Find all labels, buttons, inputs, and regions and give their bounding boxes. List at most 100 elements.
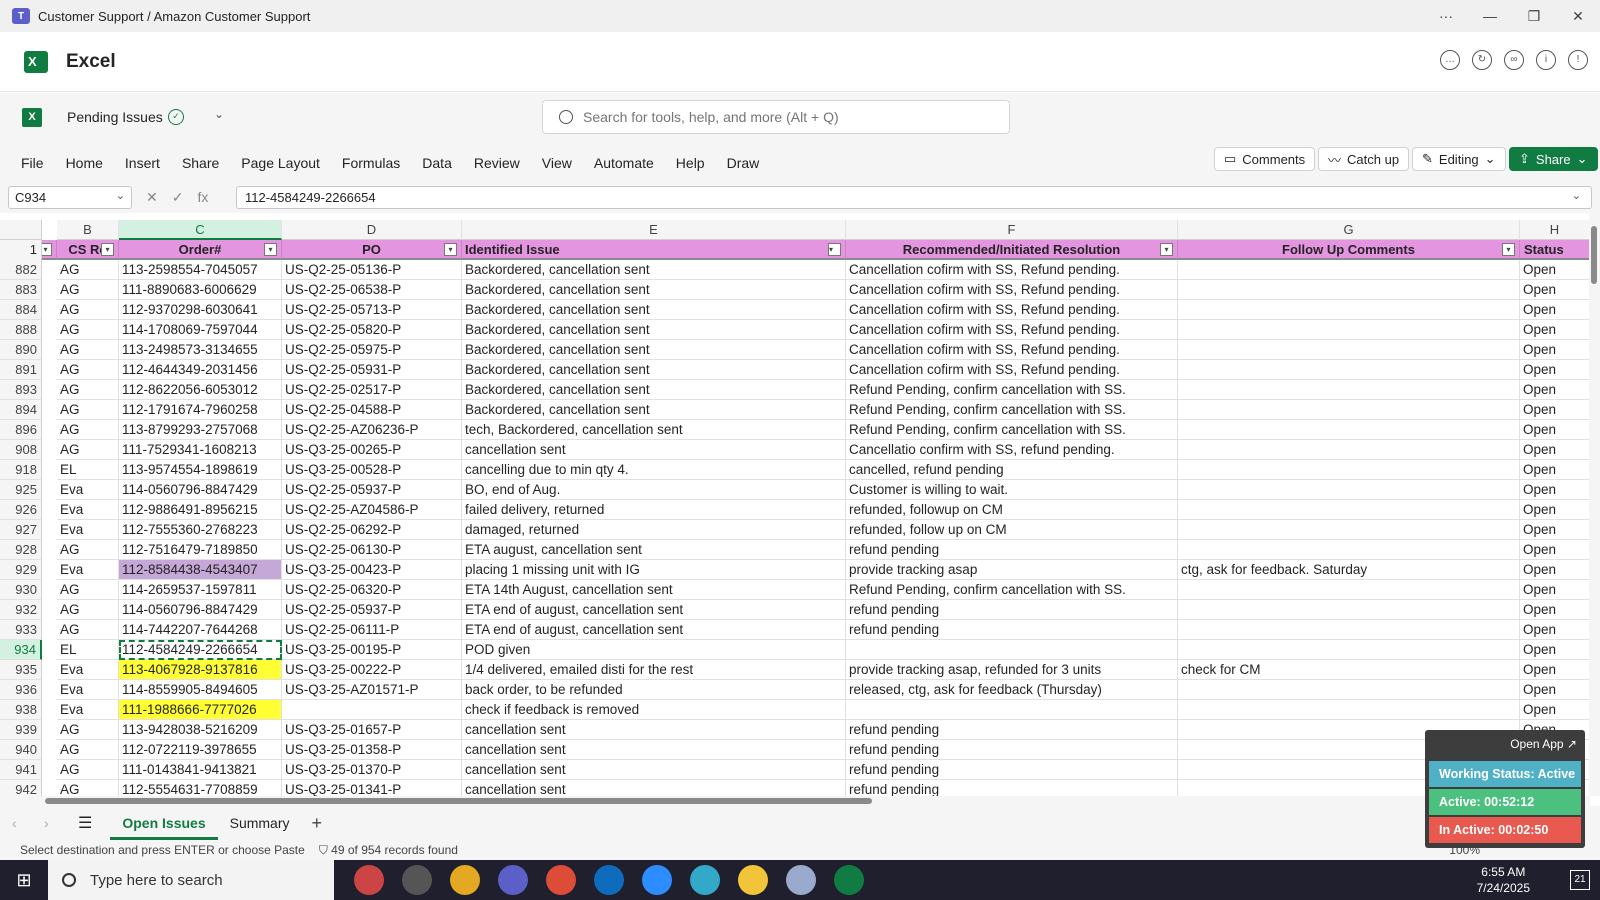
cell-c[interactable]: 114-8559905-8494605	[119, 680, 282, 700]
cancel-icon[interactable]: ✕	[146, 189, 158, 206]
filter-icon[interactable]: ▾	[101, 243, 114, 256]
cell-f[interactable]: provide tracking asap	[846, 560, 1178, 580]
minimize-icon[interactable]: —	[1468, 8, 1512, 24]
cell-e[interactable]: back order, to be refunded	[462, 680, 846, 700]
task-view-icon[interactable]	[402, 865, 432, 895]
cell-f[interactable]: refunded, follow up on CM	[846, 520, 1178, 540]
cell-g[interactable]	[1178, 500, 1520, 520]
add-sheet-icon[interactable]: +	[312, 813, 323, 834]
cell-b[interactable]: EL	[57, 640, 119, 660]
cell-f[interactable]	[846, 700, 1178, 720]
zoom-icon[interactable]	[642, 865, 672, 895]
cell-f[interactable]: Cancellatio confirm with SS, refund pend…	[846, 440, 1178, 460]
app-icon[interactable]	[690, 865, 720, 895]
row-number[interactable]: 941	[0, 760, 42, 780]
cell-h[interactable]: Open	[1520, 360, 1590, 380]
filter-icon[interactable]: ▾	[444, 243, 457, 256]
cell-e[interactable]: Backordered, cancellation sent	[462, 280, 846, 300]
row-number[interactable]: 926	[0, 500, 42, 520]
file-explorer-icon[interactable]	[738, 865, 768, 895]
filter-icon[interactable]: ▾	[264, 243, 277, 256]
row-number[interactable]: 884	[0, 300, 42, 320]
cell-c[interactable]: 113-9428038-5216209	[119, 720, 282, 740]
cell-h[interactable]: Open	[1520, 640, 1590, 660]
row-number[interactable]: 935	[0, 660, 42, 680]
sheet-tab-open-issues[interactable]: Open Issues	[110, 806, 218, 840]
more-options-icon[interactable]: ···	[1424, 8, 1468, 24]
row-number[interactable]: 890	[0, 340, 42, 360]
open-app-link[interactable]: Open App ↗	[1510, 737, 1577, 751]
excel-taskbar-icon[interactable]	[834, 865, 864, 895]
column-header-g[interactable]: G	[1178, 220, 1520, 240]
filter-icon[interactable]: ▾	[828, 243, 841, 256]
name-box[interactable]: C934 ⌄	[8, 186, 132, 209]
cell-c[interactable]: 112-7555360-2768223	[119, 520, 282, 540]
cell-d[interactable]: US-Q2-25-05136-P	[282, 260, 462, 280]
cell-g[interactable]	[1178, 340, 1520, 360]
editing-button[interactable]: ✎ Editing ⌄	[1412, 147, 1506, 171]
cell-e[interactable]: ETA end of august, cancellation sent	[462, 600, 846, 620]
row-number[interactable]: 927	[0, 520, 42, 540]
cell-c[interactable]: 112-9886491-8956215	[119, 500, 282, 520]
cell-f[interactable]: refunded, followup on CM	[846, 500, 1178, 520]
cell-c[interactable]: 113-2498573-3134655	[119, 340, 282, 360]
cell-d[interactable]: US-Q2-25-06538-P	[282, 280, 462, 300]
cell-b[interactable]: AG	[57, 300, 119, 320]
cell-c[interactable]: 111-0143841-9413821	[119, 760, 282, 780]
cell-h[interactable]: Open	[1520, 440, 1590, 460]
chrome-profile-icon[interactable]	[546, 865, 576, 895]
cell-d[interactable]: US-Q2-25-05931-P	[282, 360, 462, 380]
cell-d[interactable]: US-Q2-25-05820-P	[282, 320, 462, 340]
cell-d[interactable]: US-Q2-25-06320-P	[282, 580, 462, 600]
cell-b[interactable]: AG	[57, 320, 119, 340]
maximize-icon[interactable]: ❐	[1512, 8, 1556, 25]
tab-draw[interactable]: Draw	[716, 155, 771, 171]
cell-d[interactable]: US-Q3-25-00195-P	[282, 640, 462, 660]
cell-e[interactable]: failed delivery, returned	[462, 500, 846, 520]
tab-page-layout[interactable]: Page Layout	[230, 155, 331, 171]
cell-g[interactable]	[1178, 640, 1520, 660]
tab-formulas[interactable]: Formulas	[331, 155, 411, 171]
cell-d[interactable]: US-Q3-25-00528-P	[282, 460, 462, 480]
cell-b[interactable]: AG	[57, 420, 119, 440]
comments-button[interactable]: ▭ Comments	[1214, 147, 1316, 171]
cell-h[interactable]: Open	[1520, 260, 1590, 280]
cell-c[interactable]: 112-4584249-2266654	[119, 640, 282, 660]
cell-g[interactable]	[1178, 540, 1520, 560]
row-number[interactable]: 891	[0, 360, 42, 380]
cell-d[interactable]: US-Q2-25-02517-P	[282, 380, 462, 400]
cell-g[interactable]	[1178, 460, 1520, 480]
cell-e[interactable]: Backordered, cancellation sent	[462, 340, 846, 360]
cell-e[interactable]: cancellation sent	[462, 760, 846, 780]
search-input[interactable]	[583, 109, 983, 125]
cell-h[interactable]: Open	[1520, 680, 1590, 700]
cell-f[interactable]: refund pending	[846, 620, 1178, 640]
cell-g[interactable]	[1178, 520, 1520, 540]
cell-h[interactable]: Open	[1520, 320, 1590, 340]
filter-icon[interactable]: ▾	[42, 243, 52, 256]
cell-e[interactable]: Backordered, cancellation sent	[462, 380, 846, 400]
share-button[interactable]: ⇪ Share ⌄	[1509, 147, 1598, 171]
cell-b[interactable]: Eva	[57, 480, 119, 500]
row-number[interactable]: 888	[0, 320, 42, 340]
cell-d[interactable]: US-Q3-25-00423-P	[282, 560, 462, 580]
cell-f[interactable]: Refund Pending, confirm cancellation wit…	[846, 420, 1178, 440]
outlook-icon[interactable]	[594, 865, 624, 895]
cell-b[interactable]: Eva	[57, 660, 119, 680]
vertical-scrollbar[interactable]	[1589, 212, 1600, 796]
cell-d[interactable]: US-Q2-25-06111-P	[282, 620, 462, 640]
cell-h[interactable]: Open	[1520, 620, 1590, 640]
previous-sheet-icon[interactable]: ‹	[12, 815, 32, 831]
cell-b[interactable]: AG	[57, 620, 119, 640]
column-header-d[interactable]: D	[282, 220, 462, 240]
cell-f[interactable]: Refund Pending, confirm cancellation wit…	[846, 580, 1178, 600]
tab-insert[interactable]: Insert	[114, 155, 171, 171]
cell-d[interactable]: US-Q3-25-00222-P	[282, 660, 462, 680]
cell-f[interactable]: Cancellation cofirm with SS, Refund pend…	[846, 300, 1178, 320]
function-icon[interactable]: fx	[197, 189, 208, 206]
cell-e[interactable]: damaged, returned	[462, 520, 846, 540]
cell-b[interactable]: Eva	[57, 560, 119, 580]
cell-e[interactable]: ETA end of august, cancellation sent	[462, 620, 846, 640]
cell-e[interactable]: ETA 14th August, cancellation sent	[462, 580, 846, 600]
cell-c[interactable]: 111-7529341-1608213	[119, 440, 282, 460]
